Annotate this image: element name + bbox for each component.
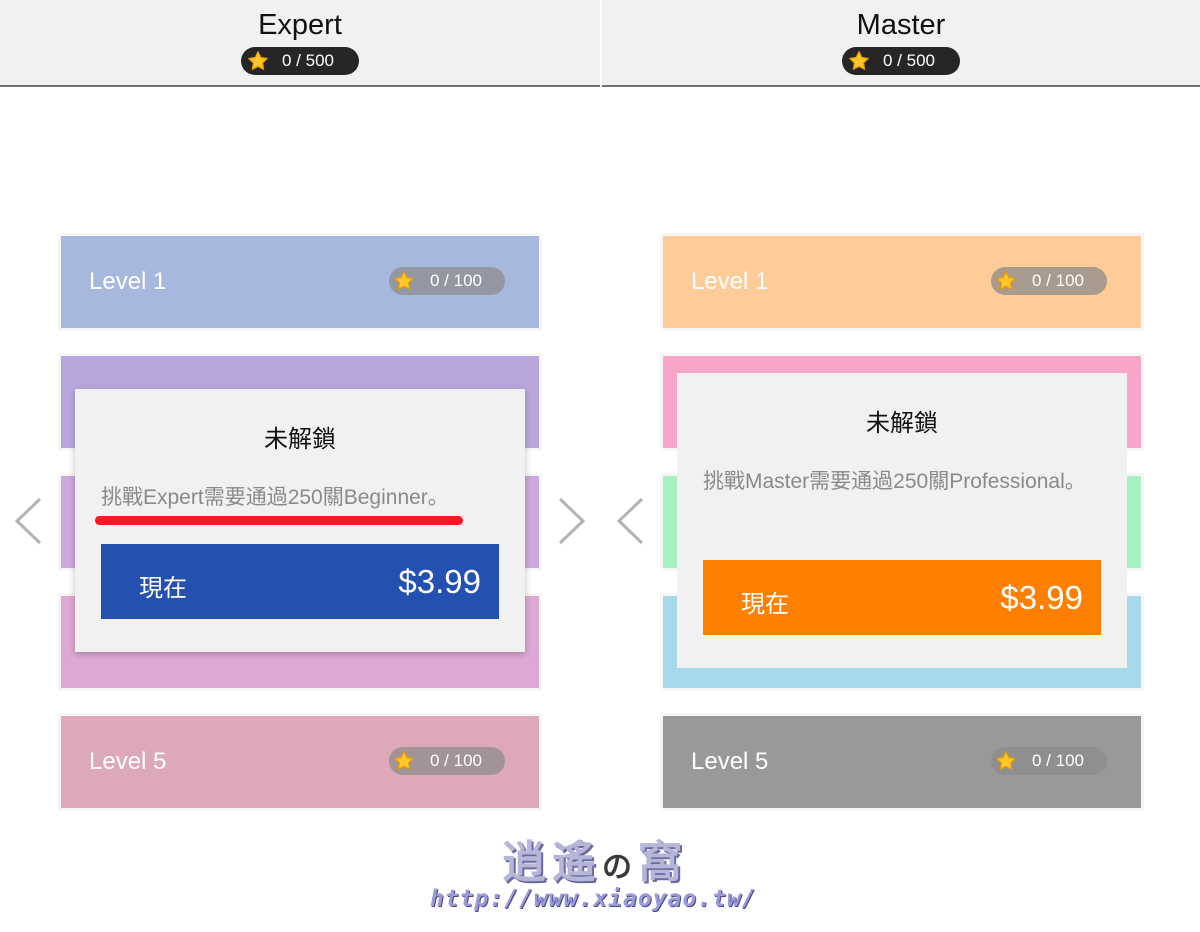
level-label: Level 5	[691, 748, 769, 775]
header-expert: Expert 0 / 500	[0, 0, 600, 87]
level-stars-value: 0 / 100	[430, 271, 482, 290]
buy-now-label: 現在	[139, 575, 187, 602]
buy-now-button[interactable]: 現在 $3.99	[101, 544, 499, 619]
total-stars-value: 0 / 500	[282, 51, 334, 70]
level-stars-badge: 0 / 100	[389, 267, 505, 295]
unlock-dialog-master: 未解鎖 挑戰Master需要通過250關Professional。 現在 $3.…	[677, 373, 1127, 668]
level-label: Level 1	[89, 268, 167, 295]
level-stars-badge: 0 / 100	[991, 267, 1107, 295]
level-card-1[interactable]: Level 1 0 / 100	[61, 236, 539, 328]
dialog-message: 挑戰Expert需要通過250關Beginner。	[101, 486, 449, 509]
watermark-url: http://www.xiaoyao.tw/	[430, 886, 757, 912]
buy-now-button[interactable]: 現在 $3.99	[703, 560, 1101, 635]
screenshot-stage: Expert 0 / 500 Master 0 / 500 Level 1 0 …	[0, 0, 1200, 932]
level-stars-value: 0 / 100	[1032, 271, 1084, 290]
total-stars-value: 0 / 500	[883, 51, 935, 70]
level-stars-value: 0 / 100	[430, 751, 482, 770]
dialog-message: 挑戰Master需要通過250關Professional。	[703, 470, 1086, 493]
level-stars-value: 0 / 100	[1032, 751, 1084, 770]
chevron-left-icon[interactable]	[614, 496, 646, 546]
chevron-right-icon[interactable]	[556, 496, 588, 546]
level-card-1[interactable]: Level 1 0 / 100	[663, 236, 1141, 328]
level-stars-badge: 0 / 100	[389, 747, 505, 775]
red-underline-annotation	[95, 516, 463, 525]
buy-now-label: 現在	[741, 591, 789, 618]
dialog-title: 未解鎖	[264, 426, 336, 453]
total-stars-badge: 0 / 500	[842, 47, 960, 75]
level-label: Level 1	[691, 268, 769, 295]
header-master: Master 0 / 500	[602, 0, 1200, 87]
chevron-left-icon[interactable]	[12, 496, 44, 546]
level-stars-badge: 0 / 100	[991, 747, 1107, 775]
price-label: $3.99	[1000, 579, 1083, 616]
level-card-5[interactable]: Level 5 0 / 100	[61, 716, 539, 808]
level-card-5[interactable]: Level 5 0 / 100	[663, 716, 1141, 808]
dialog-title: 未解鎖	[866, 410, 938, 437]
watermark-logo: 逍遙の窩	[502, 837, 688, 888]
total-stars-badge: 0 / 500	[241, 47, 359, 75]
level-label: Level 5	[89, 748, 167, 775]
price-label: $3.99	[398, 563, 481, 600]
mode-title: Expert	[258, 9, 342, 41]
mode-title: Master	[856, 9, 946, 41]
